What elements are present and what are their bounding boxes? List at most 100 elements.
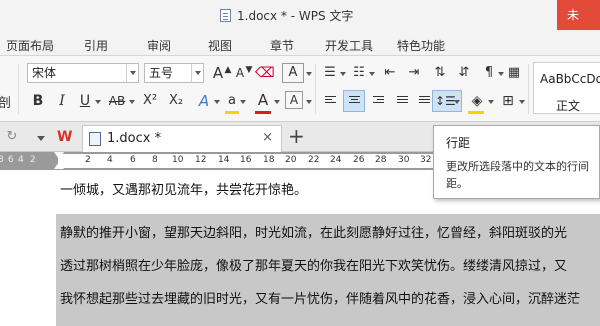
bold-button[interactable]: B <box>31 91 45 111</box>
numbered-list-icon[interactable]: ☷ <box>350 63 368 83</box>
chevron-down-icon[interactable] <box>129 100 135 104</box>
align-center-button[interactable] <box>343 90 365 112</box>
chevron-down-icon[interactable] <box>340 72 346 76</box>
align-right-button[interactable] <box>367 90 389 112</box>
show-marks-icon[interactable]: ¶ <box>480 63 498 83</box>
shrink-font-arrow-icon: ▼ <box>245 65 253 75</box>
redo-icon[interactable]: ↻ <box>4 127 20 147</box>
font-color-button[interactable]: A <box>255 90 271 110</box>
borders-icon[interactable]: ⊞ <box>499 91 517 111</box>
chevron-down-icon[interactable] <box>488 100 494 104</box>
font-name-select[interactable]: 宋体 <box>27 63 139 83</box>
paragraph-shading-icon[interactable]: ◈ <box>468 91 486 111</box>
highlight-color-swatch <box>225 111 239 114</box>
document-line[interactable]: 静默的推开小窗，望那天边斜阳，时光如流，在此刻愿静好过往，忆曾经，斜阳斑驳的光 <box>60 222 567 241</box>
superscript-button[interactable]: X² <box>140 91 160 111</box>
menu-page-layout[interactable]: 页面布局 <box>6 37 54 54</box>
style-name-label: 正文 <box>556 99 581 113</box>
chevron-down-icon[interactable] <box>306 100 312 104</box>
ruler-number: 8 <box>0 155 4 165</box>
ruler-number: 2 <box>30 155 36 165</box>
document-icon <box>220 9 231 22</box>
chevron-down-icon[interactable] <box>240 100 246 104</box>
italic-button[interactable]: I <box>55 91 69 111</box>
decrease-indent-icon[interactable]: ⇤ <box>381 63 399 83</box>
chevron-down-icon[interactable] <box>214 100 220 104</box>
text-effect-button[interactable]: A <box>196 91 212 111</box>
font-size-select[interactable]: 五号 <box>144 63 204 83</box>
menu-developer-tools[interactable]: 开发工具 <box>325 37 373 54</box>
strikethrough-button[interactable]: AB <box>106 91 128 111</box>
align-right-icon <box>373 96 384 106</box>
menu-review[interactable]: 审阅 <box>147 37 171 54</box>
align-left-icon <box>325 96 336 106</box>
menu-references[interactable]: 引用 <box>84 37 108 54</box>
ruler-number: 6 <box>130 155 136 165</box>
grow-font-arrow-icon: ▲ <box>224 65 232 75</box>
style-sample-text: AaBbCcDd <box>540 72 600 86</box>
text-direction-icon[interactable]: ⇅ <box>431 63 449 83</box>
line-spacing-icon: ↕☰ <box>435 94 456 108</box>
chevron-down-icon[interactable] <box>95 100 101 104</box>
font-color-swatch <box>255 111 271 114</box>
wps-logo-icon[interactable]: W <box>57 129 75 145</box>
ruler-number: 16 <box>240 155 252 165</box>
char-shading-button[interactable]: A <box>285 91 303 109</box>
ruler-number: 22 <box>308 155 320 165</box>
document-icon <box>89 132 101 146</box>
ruler-number: 4 <box>107 155 113 165</box>
line-spacing-tooltip: 行距 更改所选段落中的文本的行间距。 <box>433 125 600 199</box>
chevron-down-icon[interactable] <box>306 72 312 76</box>
chevron-down-icon[interactable] <box>274 100 280 104</box>
tooltip-body: 更改所选段落中的文本的行间距。 <box>446 160 589 190</box>
ruler-number: 8 <box>152 155 158 165</box>
align-center-icon <box>349 96 360 106</box>
justify-button[interactable] <box>391 90 413 112</box>
menu-view[interactable]: 视图 <box>208 37 232 54</box>
justify-icon <box>397 96 408 106</box>
menu-section[interactable]: 章节 <box>270 37 294 54</box>
tooltip-title: 行距 <box>446 136 471 150</box>
menu-special-features[interactable]: 特色功能 <box>397 37 445 54</box>
chevron-down-icon[interactable] <box>519 100 525 104</box>
increase-indent-icon[interactable]: ⇥ <box>405 63 423 83</box>
ribbon: 剖 宋体 五号 A ▲ A ▼ ⌫ A B I U AB X² X₂ A a A… <box>0 56 600 122</box>
ruler-number: 20 <box>285 155 297 165</box>
underline-button[interactable]: U <box>78 91 92 111</box>
indent-marker[interactable] <box>54 152 64 170</box>
login-button[interactable]: 未 <box>557 0 600 30</box>
bullet-list-icon[interactable]: ☰ <box>321 63 339 83</box>
close-icon[interactable]: × <box>262 130 273 145</box>
char-border-button[interactable]: A <box>282 63 304 83</box>
font-name-value: 宋体 <box>32 66 57 80</box>
document-line[interactable]: 透过那树梢照在少年脸庞，像极了那年夏天的你我在阳光下欢笑忧伤。缕缕清风掠过，又 <box>60 255 567 274</box>
align-left-button[interactable] <box>319 90 341 112</box>
ruler-number: 32 <box>420 155 432 165</box>
ruler-number: 28 <box>375 155 387 165</box>
add-tab-button[interactable]: + <box>288 124 305 148</box>
document-line[interactable]: 我怀想起那些过去埋藏的旧时光，又有一片忧伤，伴随着风中的花香，浸入心间，沉醉迷茫 <box>60 288 580 307</box>
subscript-button[interactable]: X₂ <box>166 91 186 111</box>
document-line[interactable]: 一倾城，又遇那初见流年，共尝花开惊艳。 <box>60 179 307 198</box>
chevron-down-icon[interactable] <box>369 72 375 76</box>
chevron-down-icon[interactable] <box>498 72 504 76</box>
chevron-down-icon[interactable] <box>37 136 45 141</box>
ruler-number: 6 <box>8 155 14 165</box>
tab-document[interactable]: 1.docx * × <box>82 125 282 152</box>
clear-format-button[interactable]: ⌫ <box>255 63 275 83</box>
line-spacing-button[interactable]: ↕☰ <box>432 90 462 112</box>
chevron-down-icon[interactable] <box>126 64 138 82</box>
tab-document-label: 1.docx * <box>107 131 162 146</box>
table-icon[interactable]: ▦ <box>505 63 523 83</box>
ruler-number: 12 <box>195 155 207 165</box>
ruler-number: 26 <box>353 155 365 165</box>
style-gallery-normal[interactable]: AaBbCcDd 正文 <box>533 62 600 114</box>
highlight-button[interactable]: a <box>225 91 239 111</box>
ribbon-partial-label: 剖 <box>0 96 12 111</box>
shading-color-swatch <box>468 111 484 114</box>
ruler-number: 4 <box>18 155 24 165</box>
window-title-text: 1.docx * - WPS 文字 <box>237 9 354 23</box>
sort-icon[interactable]: ⇵ <box>455 63 473 83</box>
ruler-number: 30 <box>398 155 410 165</box>
chevron-down-icon[interactable] <box>191 64 203 82</box>
